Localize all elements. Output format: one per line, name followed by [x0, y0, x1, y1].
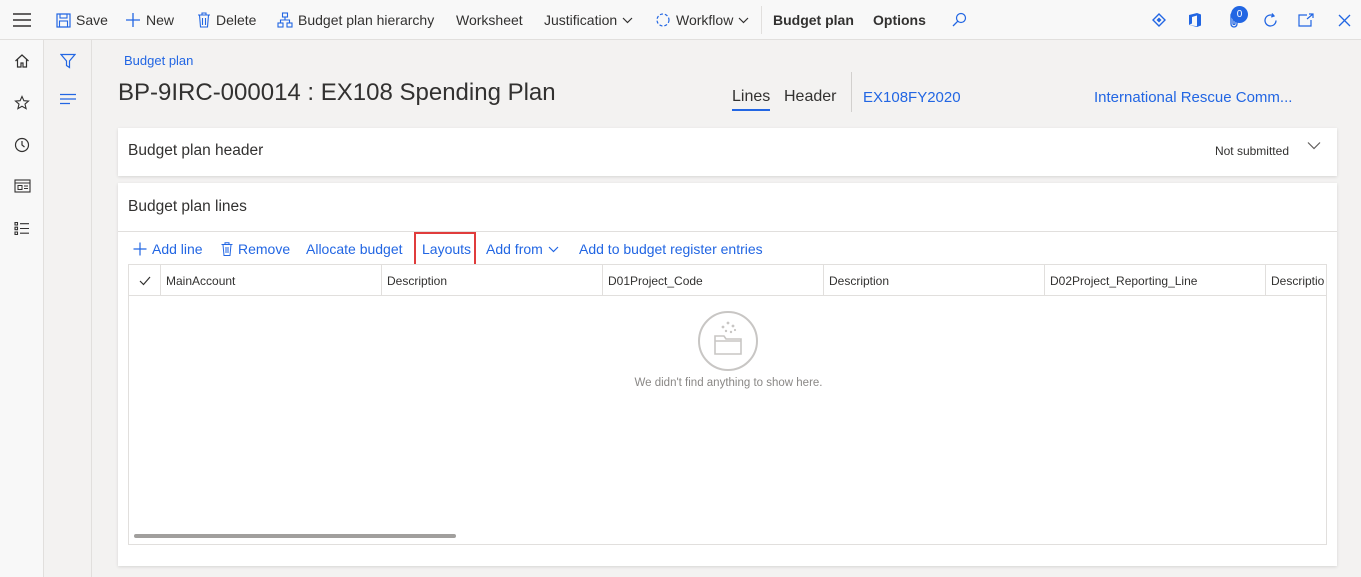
section-title: Budget plan lines: [128, 198, 247, 215]
tab-header[interactable]: Header: [784, 88, 836, 109]
new-label: New: [146, 12, 175, 28]
trash-icon: [198, 12, 210, 28]
office-icon[interactable]: [1183, 0, 1207, 40]
add-line-button[interactable]: Add line: [133, 232, 203, 266]
column-header-description-2[interactable]: Description: [823, 265, 1044, 296]
horizontal-scrollbar[interactable]: [134, 534, 456, 538]
layouts-highlight-box: [414, 232, 476, 266]
chevron-down-icon: [738, 17, 749, 23]
add-register-label: Add to budget register entries: [579, 241, 763, 257]
hierarchy-icon: [277, 12, 293, 28]
filter-icon[interactable]: [45, 48, 91, 74]
home-icon[interactable]: [0, 46, 44, 76]
empty-state-message: We didn't find anything to show here.: [634, 377, 823, 389]
tab-budget-plan[interactable]: Budget plan: [773, 0, 854, 40]
legal-entity-link[interactable]: International Rescue Comm...: [1094, 89, 1292, 106]
refresh-icon[interactable]: [1258, 0, 1282, 40]
status-text: Not submitted: [1214, 144, 1289, 158]
section-title: Budget plan header: [128, 142, 264, 159]
remove-button[interactable]: Remove: [221, 232, 290, 266]
new-button[interactable]: New: [125, 0, 174, 40]
workflow-label: Workflow: [676, 12, 734, 28]
budget-plan-hierarchy-button[interactable]: Budget plan hierarchy: [277, 0, 434, 40]
workflow-icon: [656, 13, 670, 27]
column-header-d02project-reporting-line[interactable]: D02Project_Reporting_Line: [1044, 265, 1265, 296]
remove-label: Remove: [238, 241, 291, 257]
allocate-label: Allocate budget: [306, 241, 403, 257]
worksheet-label: Worksheet: [456, 12, 523, 28]
list-view-icon[interactable]: [45, 86, 91, 112]
search-icon[interactable]: [947, 0, 971, 40]
plus-icon: [133, 242, 147, 256]
select-all-checkbox[interactable]: [129, 265, 160, 296]
hierarchy-label: Budget plan hierarchy: [298, 12, 435, 28]
open-new-window-icon[interactable]: [1294, 0, 1318, 40]
plus-icon: [126, 13, 140, 27]
add-line-label: Add line: [152, 241, 203, 257]
justification-menu[interactable]: Justification: [544, 0, 633, 40]
modules-list-icon[interactable]: [0, 213, 44, 243]
hamburger-menu-icon[interactable]: [0, 0, 44, 40]
budget-lines-grid: MainAccount Description D01Project_Code …: [128, 264, 1327, 545]
checkmark-icon: [139, 276, 150, 285]
lines-action-bar: Add line Remove Allocate budget Layouts …: [118, 231, 1337, 266]
add-to-budget-register-button[interactable]: Add to budget register entries: [579, 232, 763, 266]
page-title: BP-9IRC-000014 : EX108 Spending Plan: [118, 79, 556, 106]
column-header-description-3[interactable]: Descriptio: [1265, 265, 1326, 296]
power-apps-icon[interactable]: [1147, 0, 1171, 40]
budget-plan-lines-section: Budget plan lines Add line Remove Alloca…: [118, 183, 1337, 566]
options-tab-label: Options: [873, 12, 926, 28]
close-icon[interactable]: [1332, 0, 1356, 40]
empty-folder-icon: [698, 311, 758, 371]
column-header-description[interactable]: Description: [381, 265, 602, 296]
save-icon: [56, 12, 71, 28]
column-header-mainaccount[interactable]: MainAccount: [160, 265, 381, 296]
add-from-label: Add from: [486, 241, 543, 257]
worksheet-button[interactable]: Worksheet: [456, 0, 523, 40]
workflow-menu[interactable]: Workflow: [655, 0, 749, 40]
navigation-pane: [0, 40, 44, 577]
scenario-link[interactable]: EX108FY2020: [863, 89, 961, 106]
save-label: Save: [76, 12, 108, 28]
budget-plan-header-section[interactable]: Budget plan header Not submitted: [118, 128, 1337, 176]
tab-options[interactable]: Options: [873, 0, 926, 40]
justification-label: Justification: [544, 12, 618, 28]
notification-badge: 0: [1231, 6, 1248, 23]
recent-clock-icon[interactable]: [0, 130, 44, 160]
title-divider: [851, 72, 852, 112]
column-header-d01project-code[interactable]: D01Project_Code: [602, 265, 823, 296]
allocate-budget-button[interactable]: Allocate budget: [306, 232, 403, 266]
favorites-star-icon[interactable]: [0, 88, 44, 118]
chevron-down-icon: [622, 17, 633, 23]
breadcrumb[interactable]: Budget plan: [124, 53, 193, 68]
chevron-down-icon: [548, 246, 559, 252]
save-button[interactable]: Save: [56, 0, 108, 40]
tab-lines[interactable]: Lines: [732, 88, 771, 111]
add-from-menu[interactable]: Add from: [486, 232, 559, 266]
chevron-down-icon[interactable]: [1307, 141, 1321, 150]
command-bar: Save New Delete Budget plan hierarchy Wo…: [0, 0, 1361, 40]
workspaces-icon[interactable]: [0, 171, 44, 201]
budget-plan-tab-label: Budget plan: [773, 12, 854, 28]
toolbar-divider: [761, 6, 762, 34]
trash-icon: [221, 242, 233, 256]
delete-button[interactable]: Delete: [197, 0, 256, 40]
delete-label: Delete: [216, 12, 257, 28]
action-pane-strip: [45, 40, 92, 577]
grid-header-row: MainAccount Description D01Project_Code …: [129, 265, 1326, 296]
